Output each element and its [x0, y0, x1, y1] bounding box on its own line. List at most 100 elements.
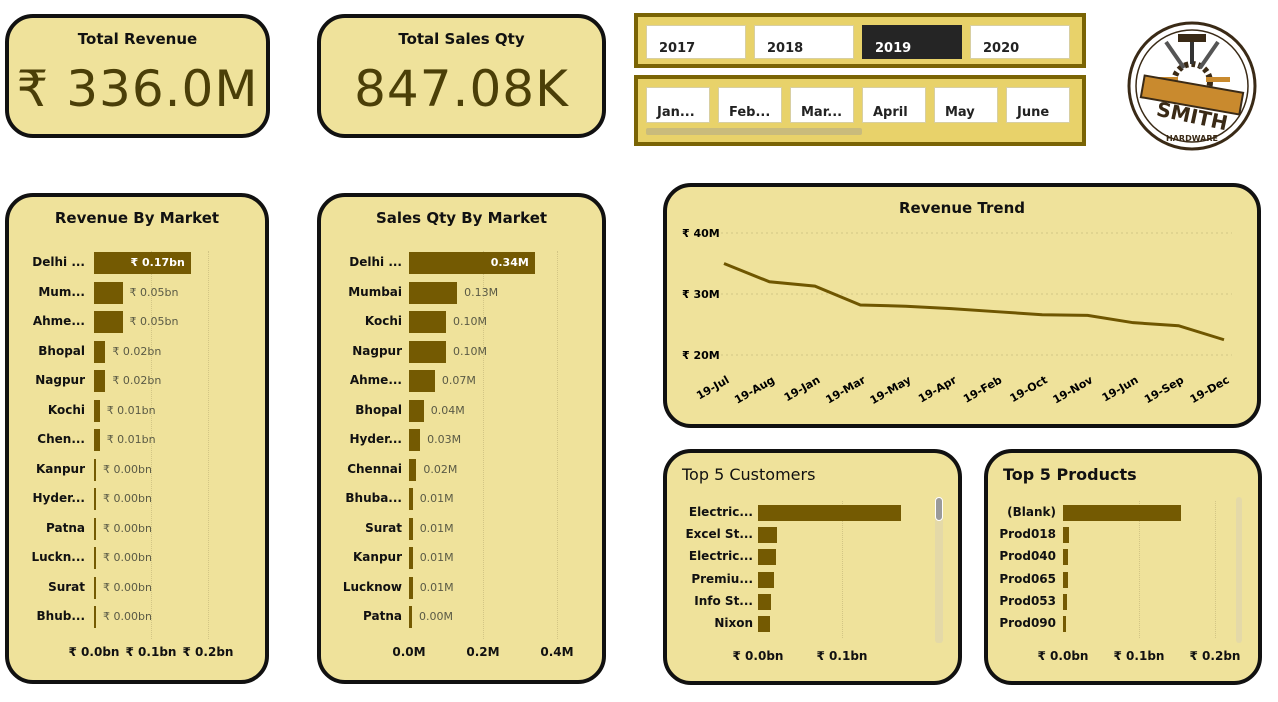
sales_qty_by_market-axis-tick: 0.2M [466, 645, 500, 659]
revenue_by_market-bar [94, 547, 96, 569]
top_customers-gridline [842, 501, 843, 639]
month-slicer: Jan... Feb... Mar... April May June [634, 75, 1086, 146]
year-option-2019[interactable]: 2019 [862, 25, 962, 59]
month-option-april[interactable]: April [862, 87, 926, 123]
revenue_by_market-bar [94, 576, 96, 599]
revenue_by_market-bar [94, 281, 123, 304]
total-revenue-value: ₹ 336.0M [16, 60, 259, 118]
revenue_by_market-bar [94, 311, 123, 333]
revenue-trend-x-tick: 19-Apr [916, 373, 959, 405]
sales_qty_by_market-category-label: Nagpur [352, 343, 402, 358]
revenue_by_market-value-label: ₹ 0.01bn [106, 433, 156, 446]
revenue_by_market-value-label: ₹ 0.00bn [103, 462, 152, 476]
month-option-june[interactable]: June [1006, 87, 1070, 123]
month-option-mar[interactable]: Mar... [790, 87, 854, 123]
revenue_by_market-category-label: Surat [48, 579, 85, 594]
revenue-trend-y-tick: ₹ 20M [682, 349, 720, 362]
top_customers-category-label: Nixon [714, 616, 753, 630]
revenue_by_market-category-label: Bhub... [36, 609, 86, 623]
top_products-bar [1063, 527, 1070, 544]
sales_qty_by_market-value-label: 0.01M [419, 551, 454, 564]
revenue_by_market-category-label: Chen... [37, 432, 85, 446]
sales_qty_by_market-value-label: 0.01M [419, 521, 454, 535]
month-option-may[interactable]: May [934, 87, 998, 123]
sales_qty_by_market-value-label: 0.10M [453, 344, 487, 358]
year-option-2017[interactable]: 2017 [646, 25, 746, 59]
revenue_by_market-value-label: ₹ 0.00bn [103, 492, 152, 505]
top_products-category-label: Prod018 [999, 527, 1056, 542]
revenue_by_market-axis-tick: ₹ 0.0bn [68, 645, 120, 659]
revenue_by_market-category-label: Ahme... [32, 314, 85, 328]
year-slicer: 2017 2018 2019 2020 [634, 13, 1086, 68]
revenue_by_market-category-label: Mum... [38, 284, 85, 299]
top-customers-title: Top 5 Customers [682, 465, 816, 484]
revenue-trend-x-tick: 19-Sep [1142, 373, 1186, 406]
revenue-by-market-title: Revenue By Market [54, 209, 220, 227]
sales_qty_by_market-category-label: Chennai [347, 461, 402, 476]
top-products-title: Top 5 Products [1003, 465, 1137, 484]
top_customers-category-label: Info St... [694, 593, 753, 608]
top-products-card: Top 5 Products (Blank) Prod018 Prod040 Prod… [984, 449, 1262, 685]
sales_qty_by_market-value-label: 0.07M [441, 374, 476, 387]
top_products-bar [1063, 593, 1067, 610]
sales-qty-by-market-title: Sales Qty By Market [375, 209, 548, 227]
revenue_by_market-value-label: ₹ 0.00bn [103, 610, 152, 623]
top_customers-bar [758, 549, 776, 566]
year-option-2018[interactable]: 2018 [754, 25, 854, 59]
smith-hardware-logo: SMITH HARDWARE [1126, 20, 1258, 152]
top-customers-scrollbar-thumb[interactable] [935, 497, 943, 521]
top_customers-bar [758, 616, 770, 632]
top_customers-category-label: Electric... [688, 549, 753, 564]
top_products-category-label: Prod053 [999, 593, 1056, 608]
top_customers-bar [758, 593, 772, 610]
revenue-trend-x-tick: 19-Oct [1008, 373, 1050, 405]
revenue_by_market-value-label: ₹ 0.02bn [112, 374, 162, 387]
sales_qty_by_market-value-label: 0.01M [419, 492, 454, 505]
month-option-feb[interactable]: Feb... [718, 87, 782, 123]
revenue_by_market-axis-tick: ₹ 0.2bn [182, 645, 234, 659]
revenue_by_market-bar [94, 340, 106, 363]
sales_qty_by_market-bar [409, 576, 413, 599]
sales_qty_by_market-value-label: 0.03M [427, 433, 462, 446]
sales_qty_by_market-value-label: 0.10M [453, 315, 487, 328]
revenue_by_market-category-label: Kanpur [36, 461, 85, 476]
sales_qty_by_market-value-label: 0.04M [430, 403, 465, 417]
total-sales-qty-value: 847.08K [354, 60, 569, 118]
top_customers-axis-tick: ₹ 0.1bn [816, 649, 868, 663]
top-customers-card: Top 5 Customers Electric... Excel St... El… [663, 449, 962, 685]
sales_qty_by_market-value-label: 0.02M [423, 462, 458, 476]
revenue-trend-x-tick: 19-Dec [1188, 373, 1232, 406]
top_products-axis-tick: ₹ 0.0bn [1037, 649, 1089, 663]
sales_qty_by_market-category-label: Mumbai [348, 284, 402, 299]
revenue_by_market-category-label: Luckn... [31, 550, 85, 564]
top_products-category-label: Prod065 [999, 571, 1056, 586]
sales_qty_by_market-gridline [557, 251, 558, 639]
sales_qty_by_market-bar [409, 488, 413, 510]
sales_qty_by_market-bar [409, 429, 421, 451]
revenue-trend-y-tick: ₹ 30M [682, 288, 720, 301]
sales_qty_by_market-category-label: Lucknow [342, 579, 402, 594]
revenue_by_market-value-label: ₹ 0.17bn [130, 256, 185, 269]
sales_qty_by_market-bar [409, 340, 446, 363]
sales_qty_by_market-value-label: 0.01M [419, 580, 454, 594]
revenue-trend-x-tick: 19-Jun [1100, 373, 1141, 404]
revenue_by_market-category-label: Delhi ... [32, 255, 85, 269]
sales_qty_by_market-category-label: Bhopal [355, 402, 402, 417]
revenue-trend-x-tick: 19-Jul [694, 373, 731, 402]
year-option-2020[interactable]: 2020 [970, 25, 1070, 59]
revenue-trend-line [723, 262, 1225, 342]
top-products-scrollbar [1236, 497, 1242, 643]
revenue_by_market-category-label: Bhopal [38, 343, 85, 358]
revenue_by_market-value-label: ₹ 0.05bn [129, 285, 179, 299]
month-option-jan[interactable]: Jan... [646, 87, 710, 123]
sales_qty_by_market-bar [409, 370, 435, 392]
top_products-category-label: Prod090 [999, 616, 1056, 630]
sales_qty_by_market-bar [409, 606, 412, 628]
sales_qty_by_market-bar [409, 517, 413, 540]
month-slicer-scrollbar[interactable] [646, 128, 862, 135]
top_products-bar [1063, 616, 1067, 632]
top_products-bar [1063, 571, 1068, 588]
revenue-trend-x-tick: 19-May [868, 373, 914, 407]
revenue-trend-plot: ₹ 40M₹ 30M₹ 20M19-Jul 19-Aug 19-Jan 19-Mar 1… [682, 227, 1232, 407]
logo-graphic: SMITH HARDWARE [1127, 21, 1257, 151]
